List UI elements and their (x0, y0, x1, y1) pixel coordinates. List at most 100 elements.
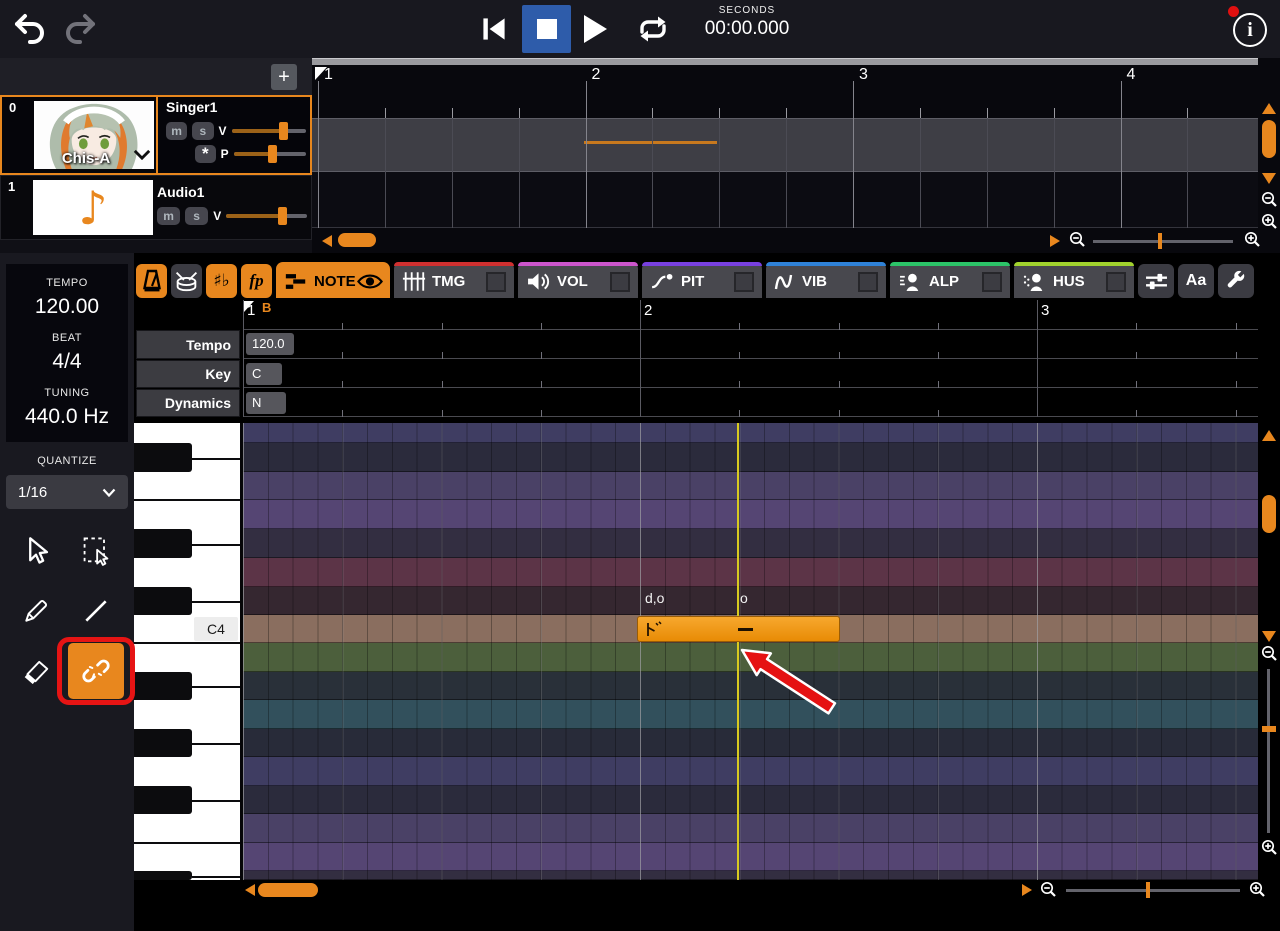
vertical-scroll-thumb[interactable] (1262, 495, 1276, 533)
singer-avatar[interactable]: Chis-A (34, 101, 154, 169)
tab-checkbox[interactable] (982, 272, 1002, 292)
scroll-left-button[interactable] (322, 235, 332, 247)
tab-tmg[interactable]: TMG (394, 262, 514, 298)
accidental-toggle-button[interactable]: ♯♭ (206, 264, 237, 298)
loop-button[interactable] (634, 13, 672, 45)
settings-wrench-button[interactable] (1218, 264, 1254, 298)
tool-eraser[interactable] (8, 643, 64, 699)
tab-alp[interactable]: ALP (890, 262, 1010, 298)
piano-roll-horizontal-scrollbar[interactable] (134, 880, 1280, 900)
add-track-button[interactable]: + (271, 64, 297, 90)
chevron-down-icon[interactable] (133, 147, 151, 165)
lyric-text[interactable]: o (740, 590, 748, 606)
dynamics-toggle-button[interactable]: fp (241, 264, 272, 298)
tab-checkbox[interactable] (610, 272, 630, 292)
lyric-text[interactable]: d,o (645, 590, 664, 606)
piano-keyboard[interactable]: C4 (134, 423, 243, 880)
vertical-zoom-slider[interactable] (1267, 669, 1270, 833)
zoom-slider-handle[interactable] (1146, 882, 1150, 898)
black-key-F#4[interactable] (134, 443, 192, 472)
zoom-out-vertical-button[interactable] (1261, 645, 1278, 662)
zoom-in-button[interactable] (1244, 231, 1261, 248)
scroll-down-button[interactable] (1262, 631, 1276, 642)
scroll-left-button[interactable] (245, 884, 255, 896)
zoom-out-button[interactable] (1069, 231, 1086, 248)
black-key-C#4[interactable] (134, 587, 192, 615)
quantize-select[interactable]: 1/16 (6, 475, 128, 509)
tab-pit[interactable]: PIT (642, 262, 762, 298)
tab-vib[interactable]: VIB (766, 262, 886, 298)
tab-hus[interactable]: HUS (1014, 262, 1134, 298)
tool-link[interactable] (68, 643, 124, 699)
zoom-out-button[interactable] (1040, 881, 1057, 898)
arrange-lane-audio[interactable] (312, 172, 1258, 228)
arrange-vertical-scrollbar[interactable] (1258, 65, 1280, 253)
renderer-button[interactable]: * (195, 145, 216, 163)
redo-button[interactable] (62, 12, 98, 46)
undo-button[interactable] (12, 12, 48, 46)
solo-button[interactable]: s (185, 207, 208, 225)
vertical-zoom-handle[interactable] (1262, 726, 1276, 732)
volume-slider[interactable] (226, 214, 307, 218)
metronome-toggle-button[interactable] (136, 264, 167, 298)
track-row-audio[interactable]: 1 ♪ Audio1 m s V (0, 175, 312, 240)
zoom-in-button[interactable] (1249, 881, 1266, 898)
zoom-in-vertical-button[interactable] (1261, 839, 1278, 856)
horizontal-scroll-thumb[interactable] (338, 233, 376, 247)
volume-slider[interactable] (232, 129, 306, 133)
tab-checkbox[interactable] (858, 272, 878, 292)
zoom-slider-handle[interactable] (1158, 233, 1162, 249)
note-block[interactable] (637, 616, 840, 642)
tool-marquee-select[interactable] (68, 523, 124, 579)
zoom-in-vertical-button[interactable] (1261, 213, 1278, 230)
tab-checkbox[interactable] (1106, 272, 1126, 292)
tool-pencil[interactable] (8, 583, 64, 639)
zoom-out-vertical-button[interactable] (1261, 191, 1278, 208)
zoom-slider[interactable] (1066, 889, 1240, 892)
scroll-up-button[interactable] (1262, 430, 1276, 441)
solo-button[interactable]: s (192, 122, 213, 140)
tool-line[interactable] (68, 583, 124, 639)
arrange-lane-singer[interactable] (312, 118, 1258, 172)
tab-checkbox[interactable] (486, 272, 506, 292)
rewind-to-start-button[interactable] (476, 11, 512, 47)
piano-roll-vertical-scrollbar[interactable] (1258, 423, 1280, 880)
horizontal-scroll-thumb[interactable] (258, 883, 318, 897)
scroll-right-button[interactable] (1022, 884, 1032, 896)
mute-button[interactable]: m (157, 207, 180, 225)
track-row-singer[interactable]: 0 Chis-A (0, 95, 312, 175)
black-key-A#3[interactable] (134, 672, 192, 700)
param-timeline[interactable] (243, 300, 1258, 420)
drum-toggle-button[interactable] (171, 264, 202, 298)
zoom-slider[interactable] (1093, 240, 1233, 243)
key-badge[interactable]: C (246, 363, 282, 385)
black-key-F#3[interactable] (134, 786, 192, 814)
tab-note[interactable]: NOTE (276, 262, 390, 298)
arrange-clip[interactable] (584, 141, 717, 144)
stop-button[interactable] (522, 5, 571, 53)
text-style-button[interactable]: Aa (1178, 264, 1214, 298)
vertical-scroll-thumb[interactable] (1262, 120, 1276, 158)
black-key-G#3[interactable] (134, 729, 192, 757)
mute-button[interactable]: m (166, 122, 187, 140)
arrange-horizontal-scrollbar[interactable] (312, 228, 1258, 253)
mixer-button[interactable] (1138, 264, 1174, 298)
tempo-badge[interactable]: 120.0 (246, 333, 294, 355)
audio-thumbnail[interactable]: ♪ (33, 180, 153, 235)
arrange-timeline[interactable]: 1234 (312, 65, 1258, 228)
black-key-D#3[interactable] (134, 871, 192, 880)
scroll-up-button[interactable] (1262, 103, 1276, 114)
scroll-down-button[interactable] (1262, 173, 1276, 184)
tab-checkbox[interactable] (734, 272, 754, 292)
project-info-box[interactable]: TEMPO 120.00 BEAT 4/4 TUNING 440.0 Hz (6, 264, 128, 442)
eye-icon[interactable] (356, 272, 384, 291)
tab-vol[interactable]: VOL (518, 262, 638, 298)
scroll-right-button[interactable] (1050, 235, 1060, 247)
note-grid[interactable]: d,o o (243, 423, 1258, 880)
black-key-D#4[interactable] (134, 529, 192, 558)
info-button[interactable]: i (1233, 13, 1267, 47)
dynamics-badge[interactable]: N (246, 392, 286, 414)
pitch-slider[interactable] (234, 152, 306, 156)
tool-cursor[interactable] (8, 523, 64, 579)
play-button[interactable] (578, 11, 612, 47)
